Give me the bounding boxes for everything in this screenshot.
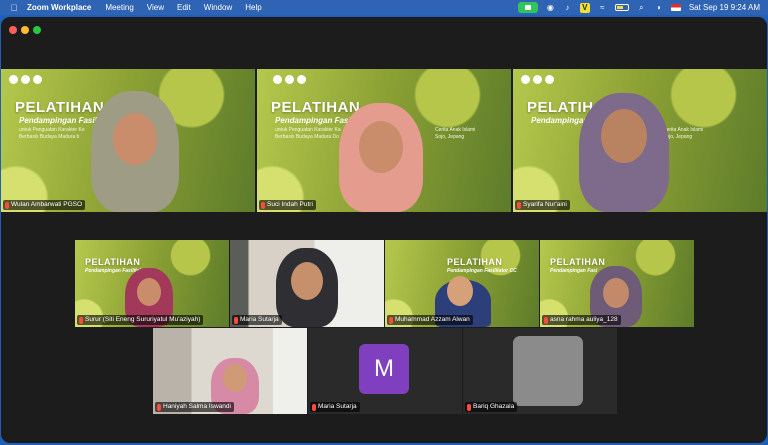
participant-name-tag: Maria Sutarja — [310, 402, 360, 412]
participant-name-tag: Suci Indah Putri — [259, 200, 316, 210]
video-tile[interactable]: Haniyah Salma Iswandi — [153, 328, 307, 414]
video-tile[interactable]: Bariq Ghazala — [463, 328, 617, 414]
slide-title: PELATIHAN — [550, 257, 606, 267]
participant-name-tag: Haniyah Salma Iswandi — [155, 402, 234, 412]
slide-line: Berbasis Budaya Madura Do — [275, 134, 339, 140]
slide-line-right: Cerita Anak Islami — [435, 127, 476, 133]
video-tile[interactable]: M Maria Sutarja — [308, 328, 462, 414]
music-tray-icon[interactable]: ♪ — [563, 3, 572, 12]
menubar-clock[interactable]: Sat Sep 19 9:24 AM — [689, 3, 760, 12]
participant-face — [291, 262, 323, 300]
mic-muted-icon — [234, 316, 238, 324]
menu-view[interactable]: View — [147, 3, 164, 12]
wifi-icon[interactable]: ≈ — [598, 3, 607, 12]
chat-tray-icon[interactable]: ◉ — [546, 3, 555, 12]
participant-face — [603, 278, 629, 308]
participant-name-tag: Wulan Ambarwati PGSO — [3, 200, 86, 210]
participant-face — [137, 278, 161, 306]
menu-window[interactable]: Window — [204, 3, 232, 12]
participant-face — [601, 109, 647, 163]
video-tile[interactable]: PELATIHAN Pendampingan Fasi asna rahma a… — [540, 240, 694, 327]
mic-muted-icon — [389, 316, 393, 324]
video-tile[interactable]: PELATIHAN Pendampingan Fasilitator untuk… — [1, 69, 255, 212]
participant-face — [359, 121, 403, 173]
slide-title: PELATIHAN — [85, 257, 141, 267]
participant-name-tag: Syarifa Nur'aini — [515, 200, 570, 210]
partner-logos — [273, 75, 306, 84]
search-icon[interactable]: ⌕ — [637, 3, 646, 12]
zoom-meeting-window: PELATIHAN Pendampingan Fasilitator untuk… — [1, 17, 767, 443]
mic-muted-icon — [517, 201, 521, 209]
menu-help[interactable]: Help — [245, 3, 261, 12]
language-flag-icon[interactable] — [670, 4, 681, 11]
video-tile[interactable]: PELATIHAN Pendampingan Fasi Cerita Anak … — [513, 69, 767, 212]
participant-name-tag: Surur (Siti Eneng Sururiyatul Mu'aziyah) — [77, 315, 204, 325]
slide-subtitle: Pendampingan Fasi — [550, 268, 598, 274]
avatar — [513, 336, 583, 406]
mic-muted-icon — [467, 403, 471, 411]
menu-bar:  Zoom Workplace Meeting View Edit Windo… — [0, 0, 768, 15]
zoom-camera-tray-icon[interactable] — [517, 2, 538, 13]
vpn-tray-icon[interactable]: V — [579, 2, 590, 13]
zoom-window-button[interactable] — [33, 26, 41, 34]
mic-muted-icon — [544, 316, 548, 324]
status-tray: ◉ ♪ V ≈ ⌕ ◑ Sat Sep 19 9:24 AM — [517, 0, 760, 15]
close-window-button[interactable] — [9, 26, 17, 34]
slide-line: Berbasis Budaya Madura b — [19, 134, 80, 140]
participant-face — [223, 364, 247, 392]
slide-line-right: Sojo, Jepang — [435, 134, 465, 140]
mic-muted-icon — [312, 403, 316, 411]
participant-name-tag: Muhammad Azzam Alwan — [387, 315, 473, 325]
mic-muted-icon — [261, 201, 265, 209]
battery-icon[interactable] — [614, 4, 629, 11]
control-center-icon[interactable]: ◑ — [654, 3, 663, 12]
mic-muted-icon — [79, 316, 83, 324]
video-tile[interactable]: PELATIHAN Pendampingan Fasilitator untuk… — [257, 69, 511, 212]
participant-face — [447, 276, 473, 306]
slide-title: PELATIHAN — [15, 99, 105, 116]
mic-muted-icon — [5, 201, 9, 209]
video-tile[interactable]: PELATIHAN Pendampingan Fasilitator Cl Su… — [75, 240, 229, 327]
participant-name-tag: Bariq Ghazala — [465, 402, 518, 412]
participant-name-tag: asna rahma auliya_128 — [542, 315, 621, 325]
partner-logos — [9, 75, 42, 84]
slide-line: untuk Penguatan Karakter Ka — [275, 127, 341, 133]
slide-line: untuk Penguatan Karakter Ke — [19, 127, 85, 133]
menu-edit[interactable]: Edit — [177, 3, 191, 12]
video-tile[interactable]: Maria Sutarja — [230, 240, 384, 327]
participant-name-tag: Maria Sutarja — [232, 315, 282, 325]
slide-subtitle: Pendampingan Fasilitator CC — [447, 268, 517, 274]
avatar: M — [359, 344, 409, 394]
video-tile[interactable]: PELATIHAN Pendampingan Fasilitator CC Mu… — [385, 240, 539, 327]
slide-title: PELATIHAN — [447, 257, 503, 267]
app-menu[interactable]: Zoom Workplace — [27, 3, 91, 12]
apple-icon[interactable]:  — [9, 3, 19, 13]
slide-title: PELATIHAN — [271, 99, 361, 116]
mic-muted-icon — [157, 403, 161, 411]
minimize-window-button[interactable] — [21, 26, 29, 34]
participant-face — [113, 113, 157, 165]
slide-line-right: Cerita Anak Islami — [663, 127, 704, 133]
partner-logos — [521, 75, 554, 84]
menu-meeting[interactable]: Meeting — [105, 3, 133, 12]
